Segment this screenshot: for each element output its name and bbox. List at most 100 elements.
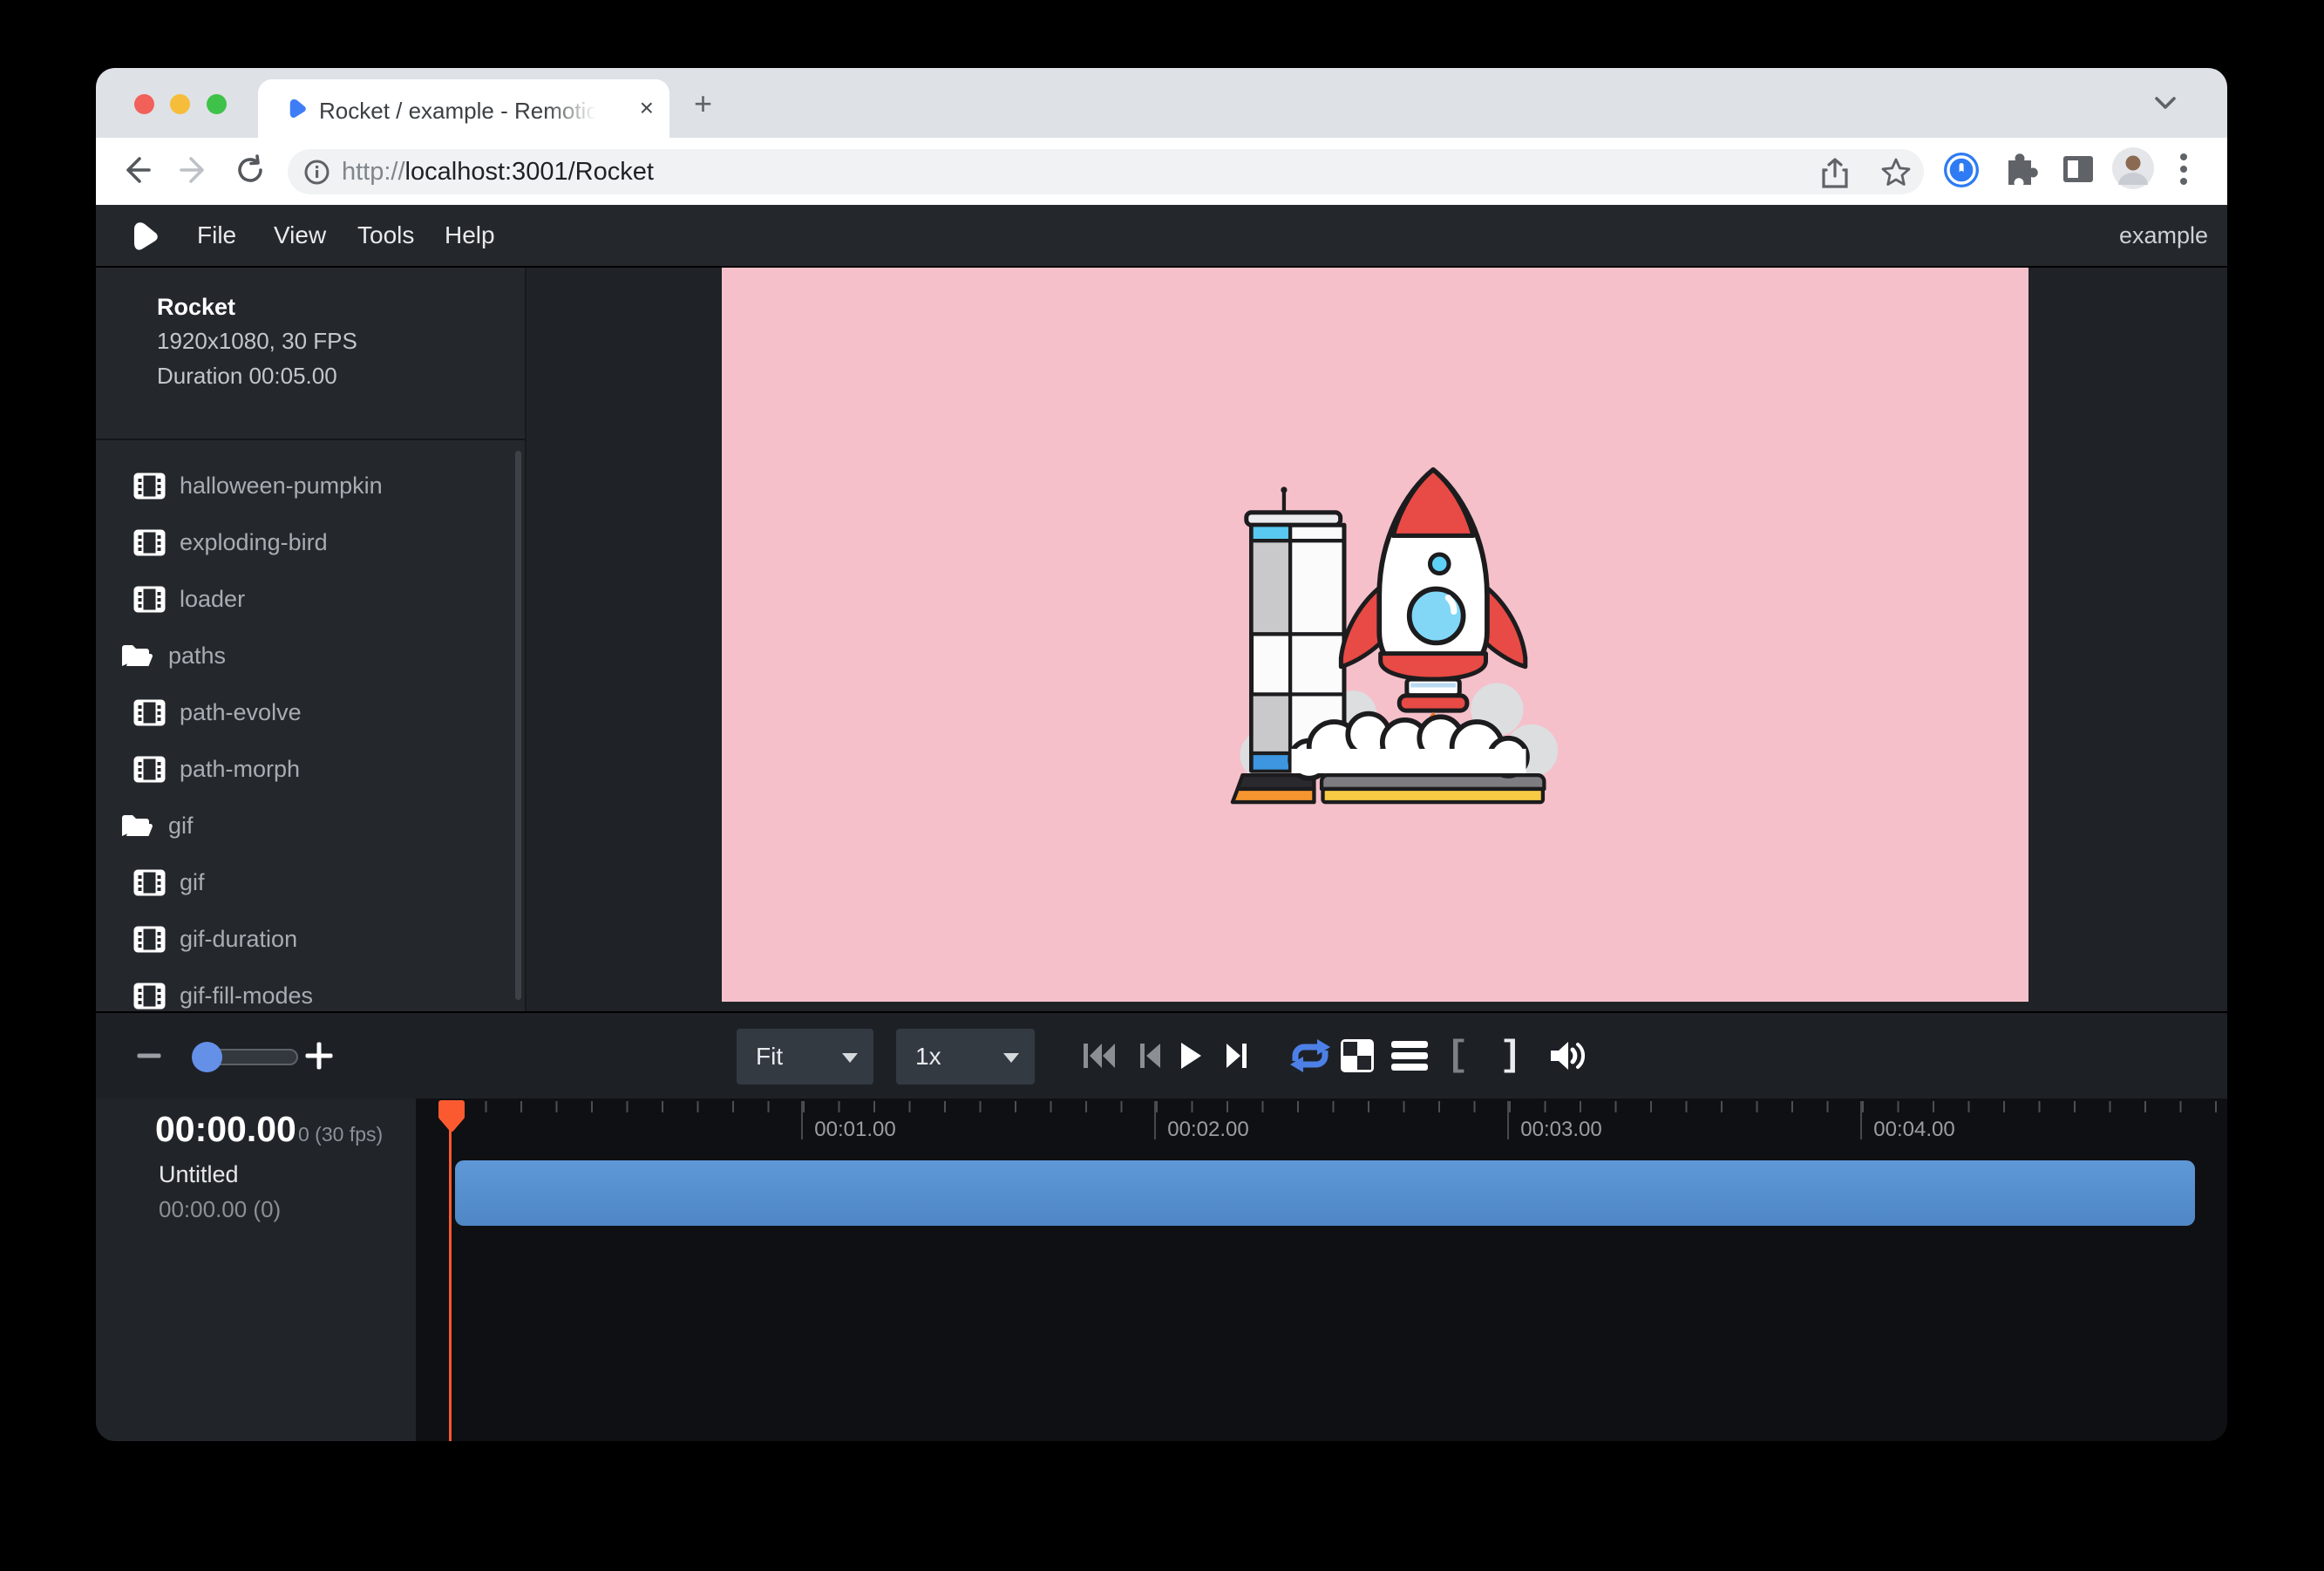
- size-fit-dropdown[interactable]: Fit: [737, 1029, 873, 1085]
- composition-list: halloween-pumpkin exploding-bird loader …: [96, 440, 525, 1011]
- bookmark-star-icon[interactable]: [1879, 156, 1913, 194]
- timeline-zoom-out-icon[interactable]: [138, 1054, 161, 1058]
- sidebar-folder-paths[interactable]: paths: [96, 628, 525, 684]
- ruler-label: 00:04.00: [1861, 1118, 1967, 1142]
- share-icon[interactable]: [1820, 157, 1850, 194]
- sidebar-folder-gif[interactable]: gif: [96, 798, 525, 854]
- onepassword-extension-icon[interactable]: [1941, 150, 1981, 194]
- browser-toolbar: http://localhost:3001/Rocket: [96, 138, 2227, 205]
- menu-view[interactable]: View: [265, 205, 335, 266]
- browser-tab[interactable]: Rocket / example - Remotion P ×: [258, 79, 669, 138]
- ruler-label: 00:01.00: [802, 1118, 908, 1142]
- new-tab-button[interactable]: +: [694, 91, 712, 117]
- minimize-window-button[interactable]: [170, 94, 190, 114]
- sidebar-item-label: paths: [168, 643, 226, 670]
- remotion-favicon-icon: [284, 97, 308, 125]
- sidebar-item-gif[interactable]: gif: [96, 854, 525, 911]
- rocket-illustration: [722, 268, 2028, 1002]
- remotion-logo-icon[interactable]: [126, 219, 160, 258]
- ruler-label: 00:02.00: [1155, 1118, 1261, 1142]
- out-marker-icon[interactable]: ]: [1499, 1035, 1521, 1077]
- film-icon: [133, 472, 166, 500]
- sidebar-item-loader[interactable]: loader: [96, 571, 525, 628]
- timeline-zoom-slider-knob[interactable]: [192, 1042, 222, 1072]
- sidebar-item-label: gif-duration: [180, 926, 297, 953]
- sidebar-item-label: gif: [168, 813, 194, 840]
- browser-menu-dots-icon[interactable]: [2179, 152, 2188, 191]
- transparency-checkerboard-icon[interactable]: [1339, 1037, 1376, 1074]
- sidebar-item-label: gif-fill-modes: [180, 983, 313, 1010]
- url-path: localhost:3001/Rocket: [405, 158, 654, 186]
- menu-help[interactable]: Help: [436, 205, 504, 266]
- sidebar-item-label: exploding-bird: [180, 529, 328, 556]
- sidebar-item-halloween-pumpkin[interactable]: halloween-pumpkin: [96, 458, 525, 514]
- sidebar-scrollbar[interactable]: [515, 451, 521, 1000]
- size-fit-value: Fit: [756, 1043, 783, 1070]
- site-info-icon[interactable]: [303, 159, 330, 190]
- sidebar-item-gif-duration[interactable]: gif-duration: [96, 911, 525, 968]
- film-icon: [133, 528, 166, 557]
- track-duration: 00:00.00 (0): [159, 1196, 281, 1223]
- forward-icon[interactable]: [177, 153, 210, 191]
- playhead-line[interactable]: [449, 1100, 452, 1441]
- composition-title: Rocket: [157, 294, 357, 321]
- compositions-sidebar: Rocket 1920x1080, 30 FPS Duration 00:05.…: [96, 268, 527, 1011]
- menu-tools[interactable]: Tools: [349, 205, 423, 266]
- sidebar-toggle-icon[interactable]: [2059, 150, 2097, 193]
- sidebar-item-gif-fill-modes[interactable]: gif-fill-modes: [96, 968, 525, 1011]
- timeline-rows-icon[interactable]: [1390, 1039, 1430, 1072]
- timeline-sequence-bar[interactable]: [455, 1160, 2195, 1226]
- chevron-down-icon: [842, 1053, 858, 1063]
- sidebar-item-exploding-bird[interactable]: exploding-bird: [96, 514, 525, 571]
- playhead-marker[interactable]: [437, 1099, 466, 1139]
- url-scheme: http://: [342, 158, 405, 186]
- sidebar-item-path-evolve[interactable]: path-evolve: [96, 684, 525, 741]
- sidebar-item-label: path-evolve: [180, 699, 302, 726]
- timeline-ruler-minor-ticks[interactable]: [450, 1101, 2221, 1112]
- play-icon[interactable]: [1179, 1041, 1203, 1071]
- track-name: Untitled: [159, 1161, 239, 1188]
- sidebar-item-label: loader: [180, 586, 245, 613]
- tab-strip: Rocket / example - Remotion P × +: [96, 68, 2227, 138]
- in-marker-icon[interactable]: [: [1446, 1035, 1468, 1077]
- timeline-info-panel: 00:00.00 0 (30 fps) Untitled 00:00.00 (0…: [96, 1098, 416, 1441]
- film-icon: [133, 698, 166, 727]
- fullscreen-window-button[interactable]: [207, 94, 227, 114]
- sidebar-item-label: gif: [180, 869, 205, 896]
- composition-resolution: 1920x1080, 30 FPS: [157, 328, 357, 355]
- browser-window: Rocket / example - Remotion P × + http:/…: [96, 68, 2227, 1441]
- tab-title-fade: [546, 92, 608, 128]
- film-icon: [133, 755, 166, 784]
- loop-icon[interactable]: [1288, 1037, 1333, 1074]
- main-area: Rocket 1920x1080, 30 FPS Duration 00:05.…: [96, 268, 2227, 1011]
- previous-frame-icon[interactable]: [1138, 1043, 1162, 1069]
- app-menu-bar: File View Tools Help example: [96, 205, 2227, 268]
- video-preview-canvas: [722, 268, 2028, 1002]
- reload-icon[interactable]: [234, 153, 267, 191]
- sidebar-item-path-morph[interactable]: path-morph: [96, 741, 525, 798]
- timeline-track-area[interactable]: 00:01.00 00:02.00 00:03.00 00:04.00: [416, 1098, 2227, 1441]
- sidebar-item-label: path-morph: [180, 756, 300, 783]
- film-icon: [133, 925, 166, 954]
- chevron-down-icon: [1003, 1053, 1019, 1063]
- timeline-zoom-in-icon[interactable]: [305, 1042, 333, 1070]
- back-icon[interactable]: [120, 153, 153, 191]
- timeline-panel: 00:00.00 0 (30 fps) Untitled 00:00.00 (0…: [96, 1098, 2227, 1441]
- playback-speed-dropdown[interactable]: 1x: [896, 1029, 1035, 1085]
- playback-controls-bar: Fit 1x [ ]: [96, 1011, 2227, 1098]
- menu-file[interactable]: File: [188, 205, 245, 266]
- film-icon: [133, 585, 166, 614]
- jump-to-start-icon[interactable]: [1082, 1043, 1117, 1069]
- tab-close-icon[interactable]: ×: [640, 94, 654, 122]
- close-window-button[interactable]: [134, 94, 154, 114]
- url-bar[interactable]: http://localhost:3001/Rocket: [288, 149, 1924, 194]
- tab-search-chevron-icon[interactable]: [2154, 96, 2177, 114]
- url-text[interactable]: http://localhost:3001/Rocket: [342, 158, 654, 187]
- sidebar-item-label: halloween-pumpkin: [180, 473, 383, 500]
- profile-avatar[interactable]: [2111, 146, 2155, 194]
- next-frame-icon[interactable]: [1225, 1043, 1249, 1069]
- project-name-label: example: [2119, 205, 2208, 266]
- volume-icon[interactable]: [1547, 1038, 1586, 1073]
- extensions-puzzle-icon[interactable]: [2001, 150, 2039, 193]
- ruler-label: 00:03.00: [1508, 1118, 1614, 1142]
